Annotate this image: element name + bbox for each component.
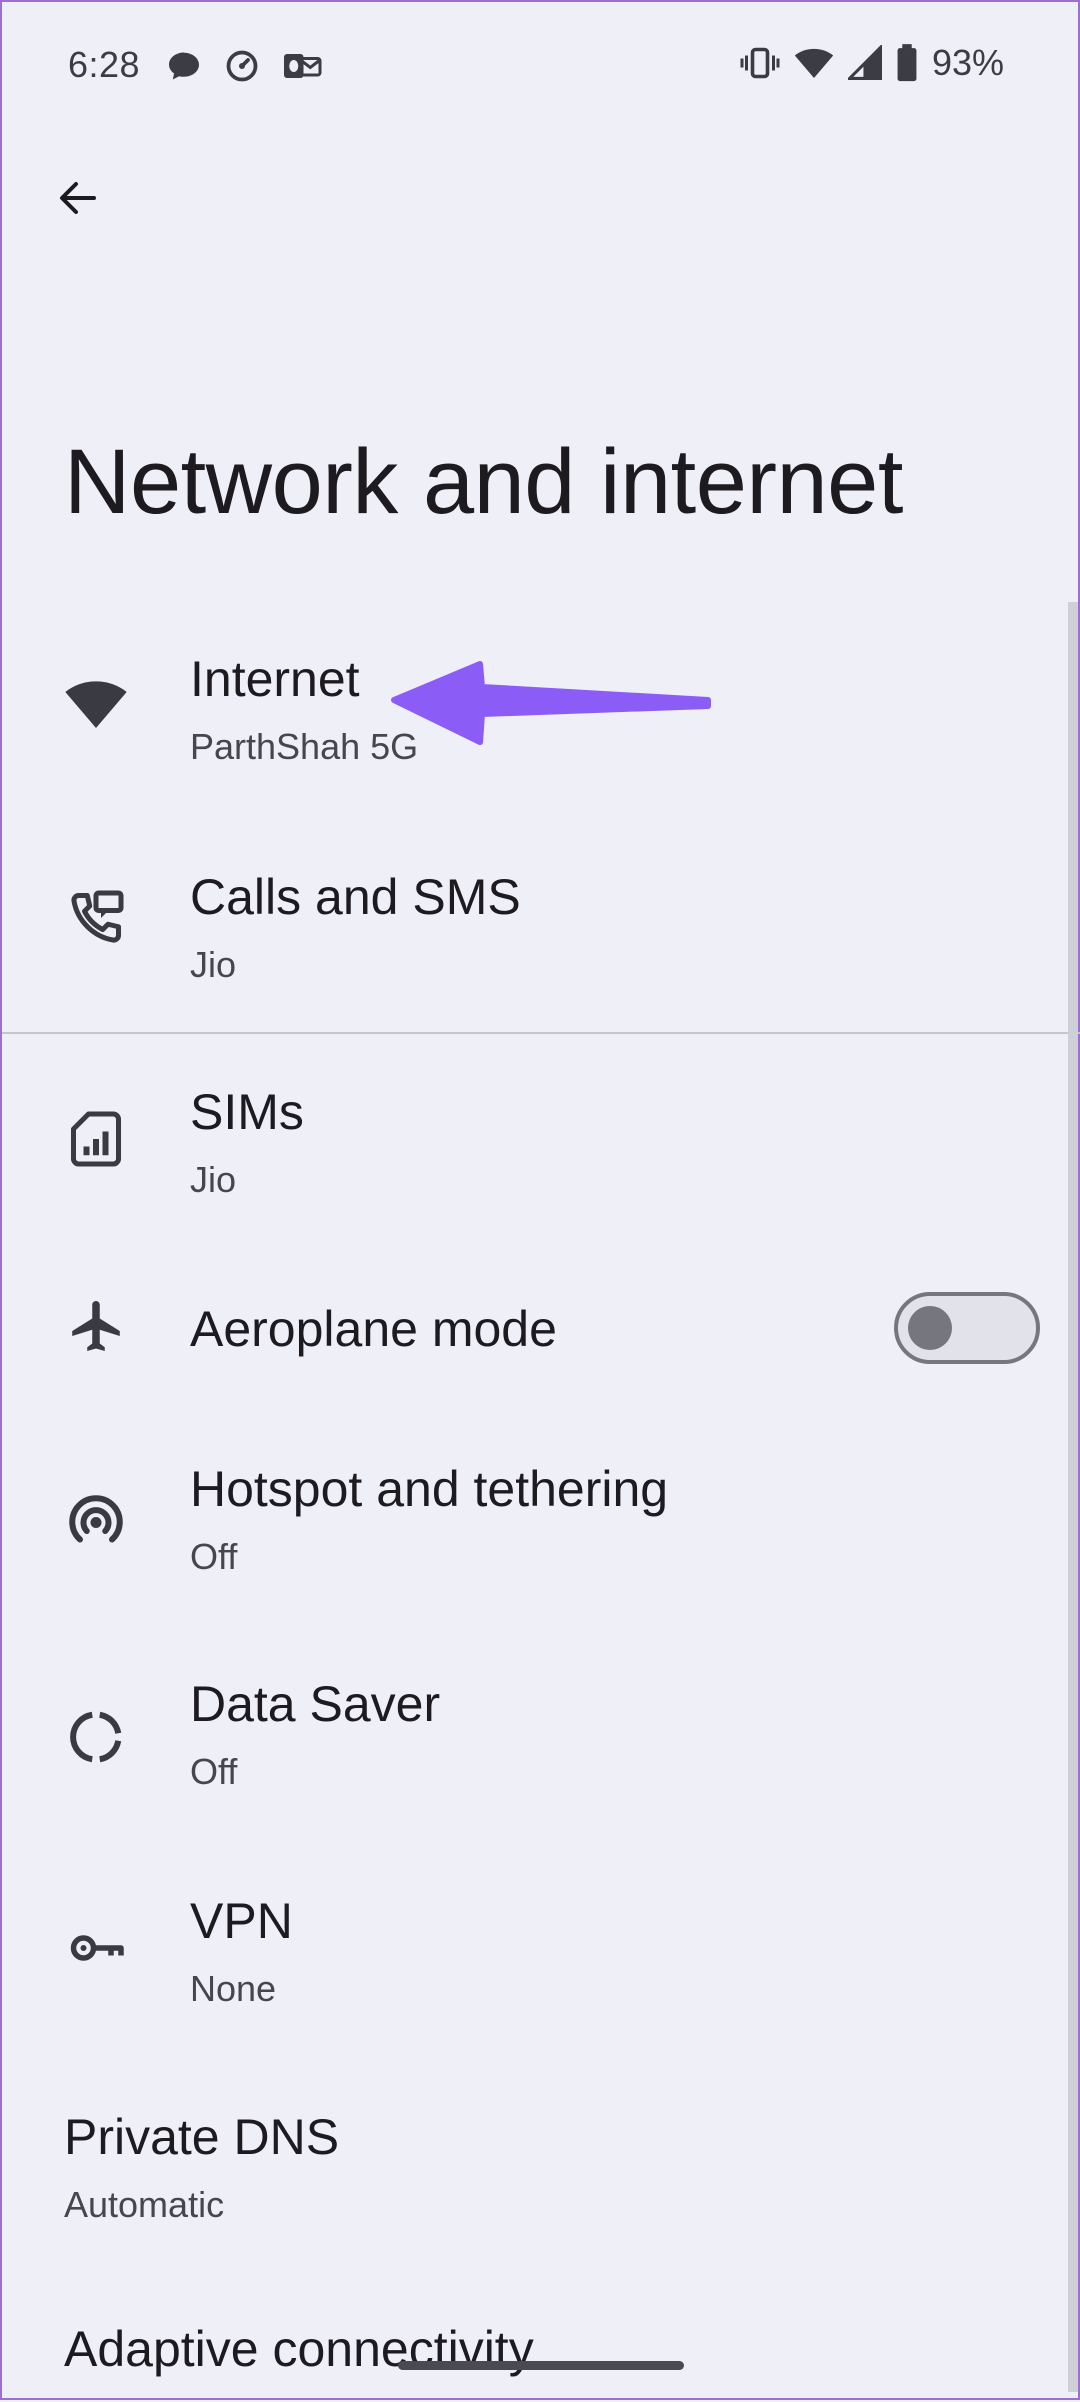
page-title: Network and internet: [64, 431, 903, 533]
outlook-icon: [284, 54, 322, 78]
setting-item-hotspot-and-tethering[interactable]: Hotspot and tethering Off: [2, 1442, 1072, 1602]
back-button[interactable]: [42, 162, 114, 234]
section-divider: [2, 1032, 1080, 1034]
setting-item-data-saver[interactable]: Data Saver Off: [2, 1657, 1072, 1817]
key-icon: [60, 1912, 132, 1984]
wifi-icon: [794, 48, 834, 78]
setting-title: SIMs: [190, 1084, 304, 1140]
setting-subtitle: Off: [190, 1536, 238, 1577]
setting-title: VPN: [190, 1893, 293, 1949]
setting-subtitle: None: [190, 1968, 277, 2009]
wifi-icon: [60, 668, 132, 740]
toggle-knob: [908, 1306, 952, 1350]
home-indicator[interactable]: [398, 2361, 684, 2370]
hotspot-icon: [60, 1484, 132, 1556]
aeroplane-mode-toggle[interactable]: [894, 1292, 1040, 1364]
setting-title: Calls and SMS: [190, 869, 521, 925]
signal-icon: [847, 45, 882, 80]
setting-title: Private DNS: [64, 2109, 340, 2165]
data-saver-icon: [60, 1701, 132, 1773]
chat-icon: [169, 52, 199, 80]
phone-message-icon: [60, 882, 132, 954]
setting-title: Hotspot and tethering: [190, 1461, 669, 1517]
status-bar: 6:28 93%: [2, 2, 1080, 132]
vibrate-icon: [740, 47, 780, 79]
setting-item-adaptive-connectivity[interactable]: Adaptive connectivity: [2, 2302, 1072, 2402]
setting-subtitle: Automatic: [64, 2184, 225, 2225]
setting-title: Internet: [190, 651, 360, 707]
status-time: 6:28: [68, 44, 141, 85]
setting-title: Data Saver: [190, 1676, 441, 1732]
setting-subtitle: Jio: [190, 944, 237, 985]
setting-item-calls-and-sms[interactable]: Calls and SMS Jio: [2, 842, 1072, 1002]
sim-card-icon: [60, 1103, 132, 1175]
setting-subtitle: Jio: [190, 1159, 237, 1200]
setting-item-private-dns[interactable]: Private DNS Automatic: [2, 2092, 1072, 2242]
setting-item-vpn[interactable]: VPN None: [2, 1874, 1072, 2034]
battery-icon: [897, 44, 917, 82]
battery-percentage: 93%: [931, 42, 1004, 83]
airplane-icon: [60, 1290, 132, 1362]
scrollbar[interactable]: [1068, 602, 1078, 2392]
setting-item-sims[interactable]: SIMs Jio: [2, 1057, 1072, 1217]
setting-subtitle: Off: [190, 1751, 238, 1792]
setting-title: Aeroplane mode: [190, 1301, 557, 1357]
arrow-back-icon: [60, 182, 96, 214]
annotation-arrow: [391, 661, 711, 745]
notification-icons: [166, 48, 322, 84]
system-status-icons: 93%: [740, 42, 1004, 84]
speedometer-icon: [226, 50, 258, 82]
